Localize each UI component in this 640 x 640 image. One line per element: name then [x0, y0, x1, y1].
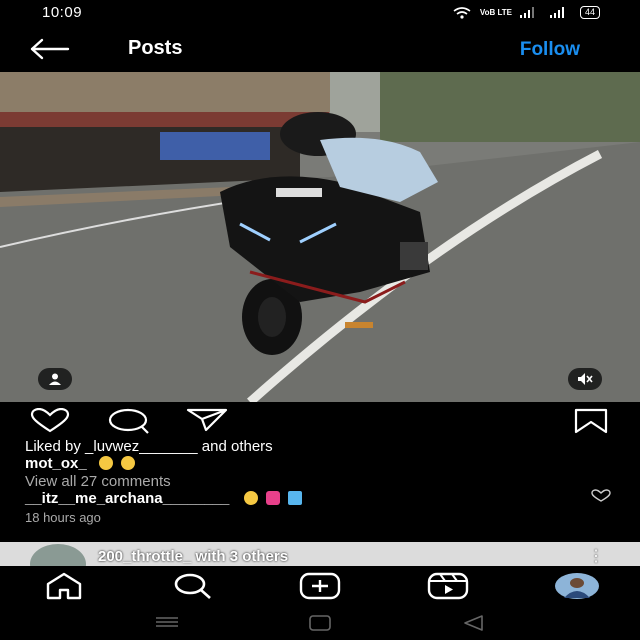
comment-icon — [108, 408, 149, 434]
post-image[interactable] — [0, 72, 640, 402]
caption-username[interactable]: mot_ox_ — [25, 455, 87, 472]
more-options-icon[interactable]: ⋮ — [588, 546, 604, 566]
battery-indicator: 44 — [579, 6, 600, 19]
wifi-icon — [453, 6, 471, 19]
bottom-navigation — [0, 566, 640, 606]
recent-apps-button[interactable] — [154, 615, 180, 634]
home-system-button[interactable] — [308, 615, 332, 636]
post-photo-illustration — [0, 72, 640, 402]
nav-home[interactable] — [44, 572, 84, 605]
back-button[interactable] — [28, 38, 72, 60]
tagged-users-button[interactable] — [38, 368, 72, 390]
gem-emoji-icon — [287, 491, 302, 505]
caption: mot_ox_ — [25, 455, 136, 472]
profile-avatar — [555, 573, 599, 599]
kissing-emoji-icon — [243, 491, 258, 505]
like-button[interactable] — [28, 407, 72, 439]
page-title: Posts — [128, 37, 183, 59]
grinning-emoji-icon — [98, 456, 113, 470]
signal-icon-2 — [549, 7, 564, 18]
comment-button[interactable] — [106, 408, 150, 439]
status-icons: VoB LTE 44 — [452, 6, 600, 19]
reels-icon — [427, 572, 469, 600]
comment-row: __itz__me_archana________ — [25, 490, 302, 507]
next-post-header[interactable]: 200_throttle_ with 3 others ⋮ — [0, 542, 640, 566]
signal-icon — [519, 7, 534, 18]
menu-lines-icon — [156, 617, 178, 627]
nav-create[interactable] — [298, 572, 342, 605]
mute-button[interactable] — [568, 368, 602, 390]
small-heart-icon — [591, 489, 611, 502]
share-icon — [186, 408, 228, 432]
nav-reels[interactable] — [426, 572, 470, 605]
follow-button[interactable]: Follow — [520, 39, 580, 61]
liked-by-text[interactable]: Liked by _luvwez_______ and others — [25, 438, 273, 455]
nav-profile[interactable] — [554, 572, 600, 605]
home-icon — [46, 572, 82, 604]
add-icon — [299, 572, 341, 600]
muted-speaker-icon — [578, 373, 593, 385]
next-post-username[interactable]: 200_throttle_ with 3 others — [98, 548, 288, 565]
kissing-emoji-icon — [121, 456, 136, 470]
back-arrow-icon — [30, 38, 70, 60]
heart-emoji-icon — [265, 491, 280, 505]
share-button[interactable] — [186, 408, 228, 437]
post-timestamp: 18 hours ago — [25, 510, 101, 525]
network-label: VoB LTE — [479, 8, 512, 17]
save-button[interactable] — [574, 408, 608, 439]
bookmark-icon — [574, 408, 608, 434]
next-post-avatar[interactable] — [30, 544, 86, 566]
top-bar: Posts Follow — [0, 30, 640, 70]
person-icon — [49, 373, 61, 385]
nav-search[interactable] — [170, 572, 214, 605]
post-actions — [0, 404, 640, 436]
search-icon — [174, 573, 211, 599]
heart-icon — [30, 407, 70, 433]
back-system-button[interactable] — [462, 615, 484, 636]
comment-like-button[interactable] — [590, 489, 612, 508]
square-icon — [309, 615, 331, 631]
view-comments-link[interactable]: View all 27 comments — [25, 473, 171, 490]
system-navigation — [0, 606, 640, 640]
status-bar: 10:09 VoB LTE 44 — [0, 0, 640, 26]
status-time: 10:09 — [42, 4, 83, 21]
triangle-back-icon — [464, 615, 483, 631]
comment-username[interactable]: __itz__me_archana________ — [25, 490, 229, 507]
